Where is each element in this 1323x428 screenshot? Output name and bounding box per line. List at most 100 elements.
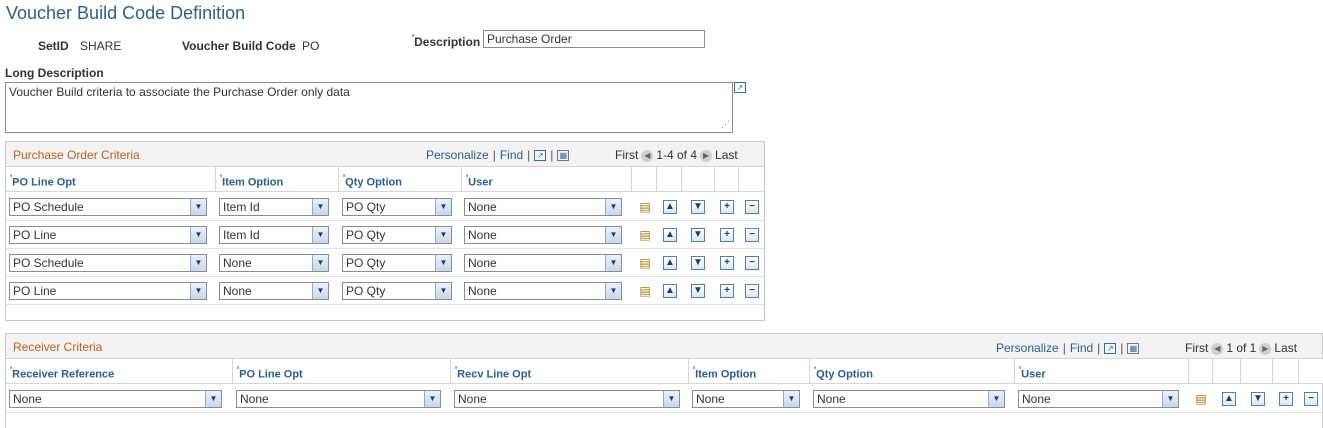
item-option-select[interactable]: None ▼	[692, 390, 800, 408]
po-line-opt-select[interactable]: PO Line ▼	[9, 226, 207, 244]
chevron-down-icon[interactable]: ▼	[435, 227, 451, 243]
po-line-opt-select[interactable]: PO Line ▼	[9, 282, 207, 300]
chevron-down-icon[interactable]: ▼	[988, 391, 1004, 407]
row-detail-icon[interactable]: ▤	[638, 228, 652, 242]
receiver-reference-select[interactable]: None ▼	[9, 390, 222, 408]
col-insert-before	[657, 167, 682, 192]
add-row-icon[interactable]: +	[720, 284, 734, 298]
qty-option-select[interactable]: PO Qty ▼	[342, 254, 452, 272]
chevron-down-icon[interactable]: ▼	[190, 227, 206, 243]
qty-option-select[interactable]: PO Qty ▼	[342, 226, 452, 244]
setid-value: SHARE	[80, 39, 122, 53]
po-line-opt-select[interactable]: None ▼	[236, 390, 441, 408]
row-detail-icon[interactable]: ▤	[638, 200, 652, 214]
expand-icon[interactable]: ↗	[734, 82, 746, 93]
first-label: First	[1185, 341, 1209, 355]
user-select[interactable]: None ▼	[464, 282, 622, 300]
item-option-select[interactable]: None ▼	[219, 254, 329, 272]
po-grid-title: Purchase Order Criteria	[13, 148, 140, 162]
chevron-down-icon[interactable]: ▼	[605, 199, 621, 215]
insert-after-icon[interactable]: ▼	[691, 284, 705, 298]
row-detail-icon[interactable]: ▤	[638, 256, 652, 270]
delete-row-icon[interactable]: −	[745, 200, 759, 214]
insert-after-icon[interactable]: ▼	[1251, 392, 1265, 406]
po-line-opt-select[interactable]: PO Schedule ▼	[9, 198, 207, 216]
last-label: Last	[715, 148, 738, 162]
add-row-icon[interactable]: +	[720, 256, 734, 270]
insert-before-icon[interactable]: ▲	[663, 256, 677, 270]
insert-after-icon[interactable]: ▼	[691, 200, 705, 214]
chevron-down-icon[interactable]: ▼	[435, 199, 451, 215]
receiver-criteria-grid: Receiver Criteria Personalize | Find | ↗ | ▦ F…	[5, 333, 1323, 428]
insert-after-icon[interactable]: ▼	[691, 228, 705, 242]
delete-row-icon[interactable]: −	[1304, 392, 1318, 406]
delete-row-icon[interactable]: −	[745, 284, 759, 298]
insert-after-icon[interactable]: ▼	[691, 256, 705, 270]
chevron-down-icon[interactable]: ▼	[1162, 391, 1178, 407]
chevron-down-icon[interactable]: ▼	[190, 283, 206, 299]
chevron-down-icon[interactable]: ▼	[663, 391, 679, 407]
item-option-select[interactable]: Item Id ▼	[219, 226, 329, 244]
chevron-down-icon[interactable]: ▼	[605, 227, 621, 243]
insert-before-icon[interactable]: ▲	[663, 228, 677, 242]
po-line-opt-select[interactable]: PO Schedule ▼	[9, 254, 207, 272]
grid-download-icon[interactable]: ▦	[557, 150, 570, 162]
page-title: Voucher Build Code Definition	[6, 3, 246, 23]
item-option-select[interactable]: Item Id ▼	[219, 198, 329, 216]
delete-row-icon[interactable]: −	[745, 228, 759, 242]
chevron-down-icon[interactable]: ▼	[190, 199, 206, 215]
chevron-down-icon[interactable]: ▼	[435, 255, 451, 271]
insert-before-icon[interactable]: ▲	[663, 200, 677, 214]
view-all-icon[interactable]: ↗	[534, 150, 547, 162]
add-row-icon[interactable]: +	[1279, 392, 1293, 406]
last-label: Last	[1274, 341, 1298, 355]
user-select[interactable]: None ▼	[464, 226, 622, 244]
delete-row-icon[interactable]: −	[745, 256, 759, 270]
chevron-down-icon[interactable]: ▼	[605, 255, 621, 271]
recv-line-opt-select[interactable]: None ▼	[454, 390, 680, 408]
view-all-icon[interactable]: ↗	[1104, 343, 1117, 355]
user-select[interactable]: None ▼	[464, 198, 622, 216]
chevron-down-icon[interactable]: ▼	[190, 255, 206, 271]
row-detail-icon[interactable]: ▤	[638, 284, 652, 298]
next-icon[interactable]: ▶	[700, 149, 713, 162]
prev-icon[interactable]: ◀	[1211, 342, 1224, 355]
personalize-link[interactable]: Personalize	[996, 341, 1059, 355]
insert-before-icon[interactable]: ▲	[1222, 392, 1236, 406]
add-row-icon[interactable]: +	[720, 200, 734, 214]
insert-before-icon[interactable]: ▲	[663, 284, 677, 298]
col-detail	[1189, 359, 1213, 384]
qty-option-select[interactable]: PO Qty ▼	[342, 282, 452, 300]
chevron-down-icon[interactable]: ▼	[605, 283, 621, 299]
col-po-line-opt: 'PO Line Opt	[233, 359, 451, 384]
qty-option-select[interactable]: None ▼	[813, 390, 1005, 408]
chevron-down-icon[interactable]: ▼	[312, 227, 328, 243]
chevron-down-icon[interactable]: ▼	[312, 255, 328, 271]
user-select[interactable]: None ▼	[464, 254, 622, 272]
personalize-link[interactable]: Personalize	[426, 148, 489, 162]
chevron-down-icon[interactable]: ▼	[312, 199, 328, 215]
grid-download-icon[interactable]: ▦	[1127, 343, 1140, 355]
chevron-down-icon[interactable]: ▼	[312, 283, 328, 299]
prev-icon[interactable]: ◀	[641, 149, 654, 162]
add-row-icon[interactable]: +	[720, 228, 734, 242]
col-insert-before	[1213, 359, 1241, 384]
find-link[interactable]: Find	[500, 148, 523, 162]
col-delete	[739, 167, 764, 192]
user-select[interactable]: None ▼	[1018, 390, 1179, 408]
long-description-textarea[interactable]: Voucher Build criteria to associate the …	[5, 82, 733, 133]
chevron-down-icon[interactable]: ▼	[435, 283, 451, 299]
resize-grip-icon[interactable]: ⋰	[721, 119, 730, 130]
item-option-select[interactable]: None ▼	[219, 282, 329, 300]
chevron-down-icon[interactable]: ▼	[783, 391, 799, 407]
col-item-option: 'Item Option	[689, 359, 810, 384]
col-qty-option: 'Qty Option	[810, 359, 1015, 384]
qty-option-select[interactable]: PO Qty ▼	[342, 198, 452, 216]
next-icon[interactable]: ▶	[1259, 342, 1272, 355]
description-input[interactable]	[483, 30, 705, 48]
row-detail-icon[interactable]: ▤	[1194, 392, 1208, 406]
chevron-down-icon[interactable]: ▼	[205, 391, 221, 407]
find-link[interactable]: Find	[1070, 341, 1093, 355]
po-criteria-grid: Purchase Order Criteria Personalize | Find…	[5, 141, 765, 321]
chevron-down-icon[interactable]: ▼	[424, 391, 440, 407]
